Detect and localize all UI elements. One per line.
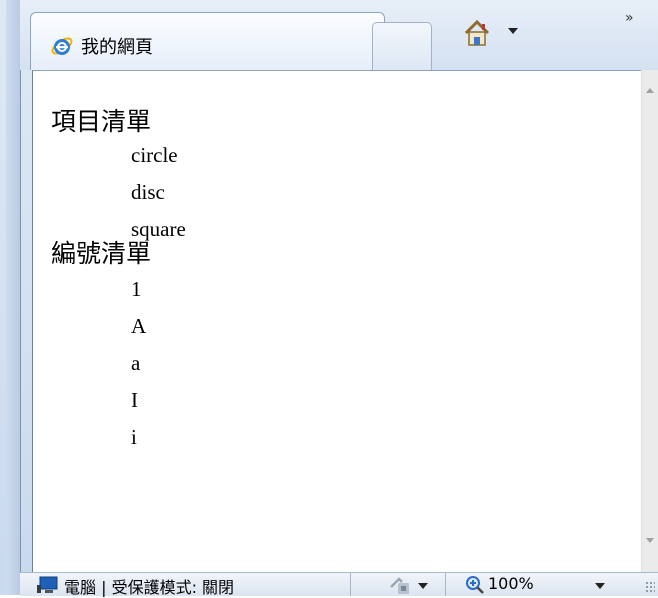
scroll-up-icon[interactable] [646,88,654,93]
toolbar-overflow-icon[interactable]: » [625,10,633,26]
list-item: square [131,217,186,241]
page-content: 項目清單 circle disc square 編號清單 1 A a I i [32,70,641,572]
resize-grip-icon[interactable] [645,581,655,593]
list-item: I [131,388,138,412]
zoom-icon[interactable] [465,575,485,595]
computer-zone-icon[interactable] [36,576,58,594]
protected-mode-icon[interactable] [388,575,412,595]
home-icon[interactable] [460,16,494,50]
status-divider [445,573,446,596]
zoom-level[interactable]: 100% [488,574,534,593]
zoom-dropdown-icon[interactable] [595,583,605,589]
list-item: i [131,425,137,449]
unordered-list: circle disc square [51,137,186,241]
ordered-list: 1 A a I i [51,269,186,456]
status-bar: 電腦 | 受保護模式: 關閉 100% [20,572,658,598]
tab-title: 我的網頁 [81,37,153,58]
list-item: circle [131,143,178,167]
new-tab-button[interactable] [372,22,432,70]
list-item: a [131,351,141,375]
home-dropdown-icon[interactable] [508,28,518,34]
vertical-scrollbar[interactable] [641,70,658,572]
list-item: 1 [131,277,142,301]
security-zone-text[interactable]: 電腦 | 受保護模式: 關閉 [64,574,234,598]
window-left-edge [6,0,21,595]
status-divider [350,573,351,596]
ie-logo-icon [51,37,73,55]
protected-mode-dropdown-icon[interactable] [418,583,428,589]
tab-bar: 我的網頁 » [20,0,658,70]
unordered-list-heading: 項目清單 [51,107,152,136]
list-item: disc [131,180,165,204]
list-item: A [131,314,147,338]
document-body: 項目清單 circle disc square 編號清單 1 A a I i [51,107,186,456]
tab-active[interactable]: 我的網頁 [30,12,385,70]
scroll-down-icon[interactable] [646,538,654,543]
ordered-list-heading: 編號清單 [51,239,152,268]
